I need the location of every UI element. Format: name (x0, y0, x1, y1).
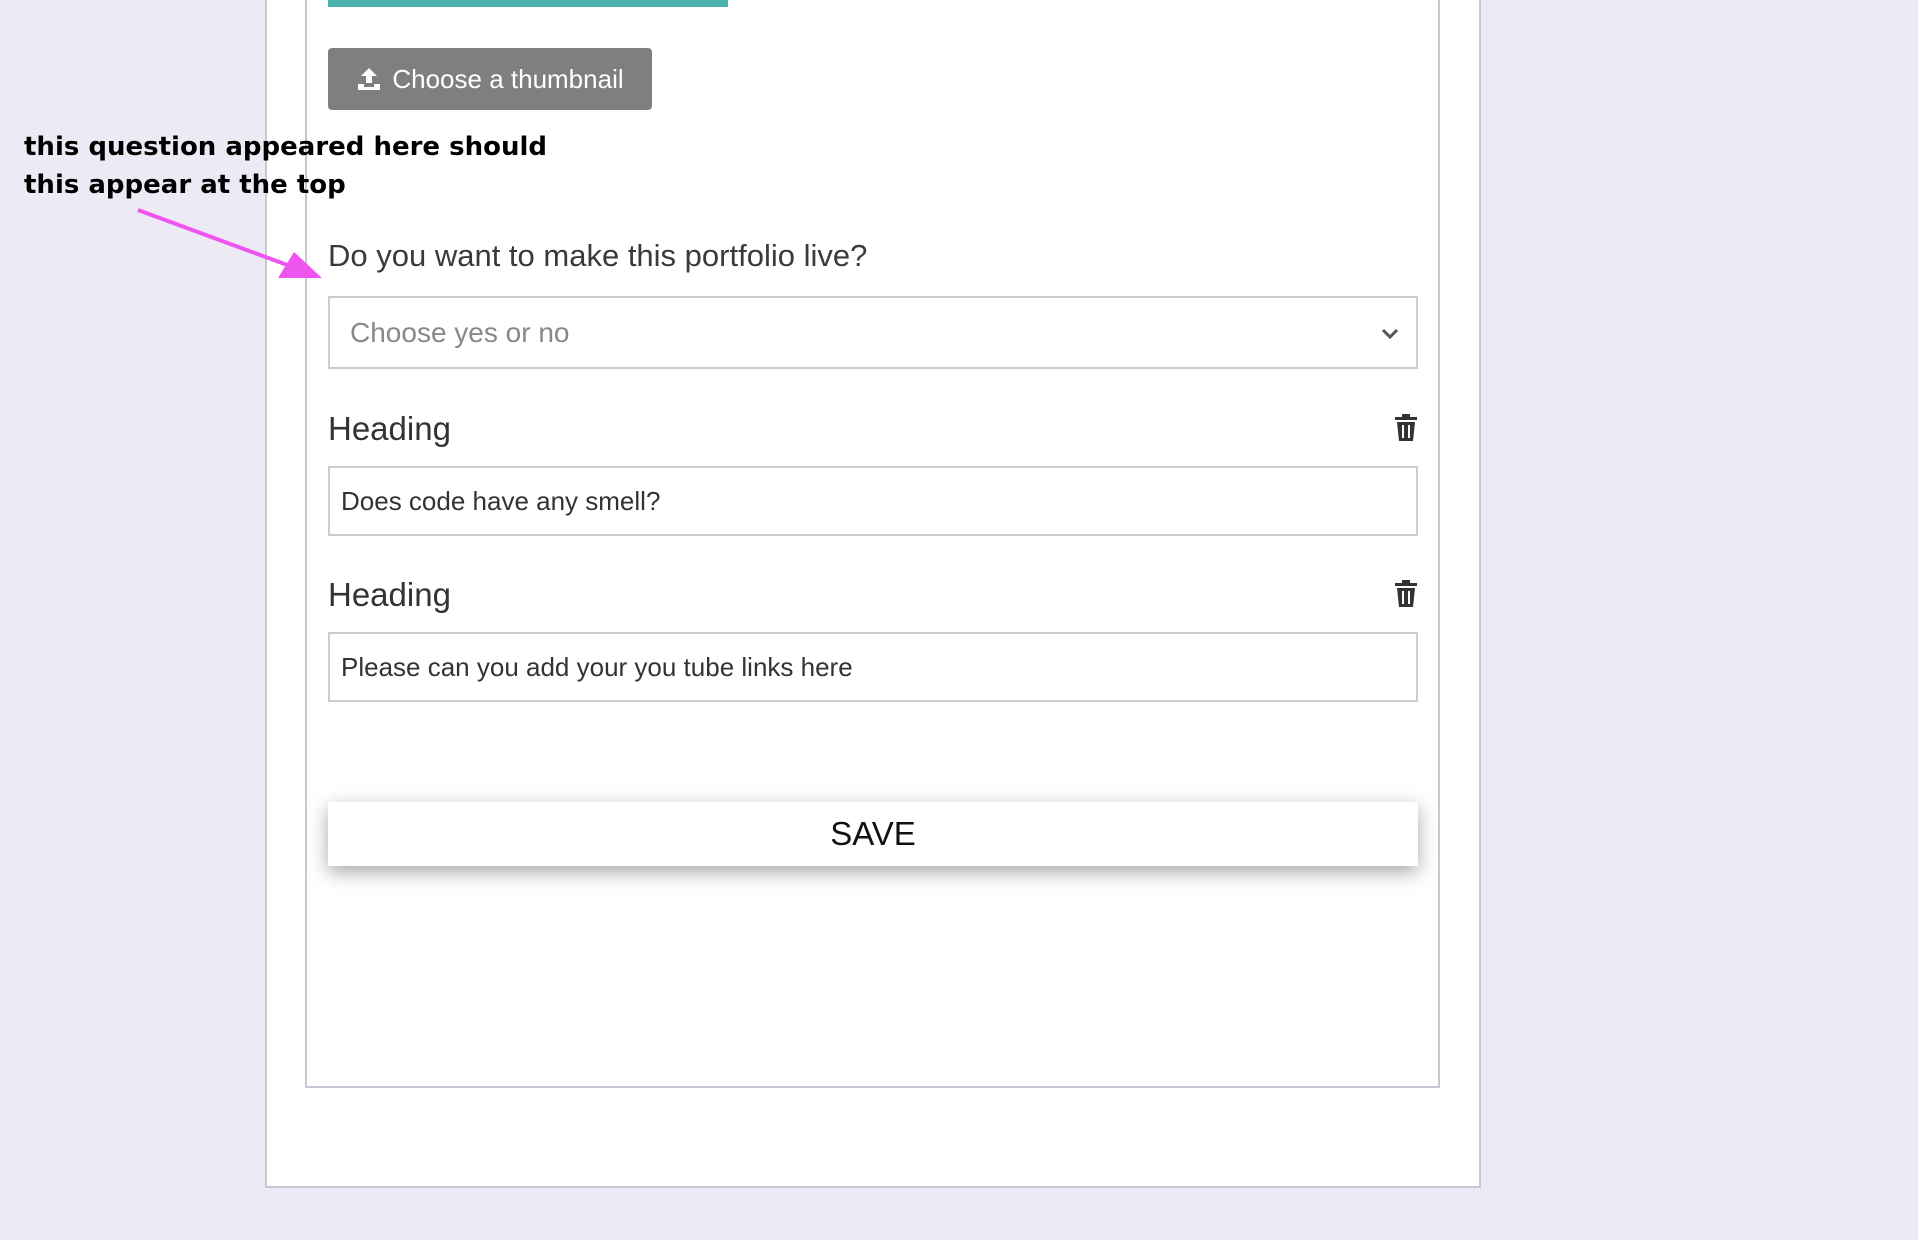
annotation-note: this question appeared here should this … (24, 132, 547, 200)
choose-thumbnail-button[interactable]: Choose a thumbnail (328, 48, 652, 110)
save-button[interactable]: SAVE (328, 802, 1418, 866)
heading-label-2: Heading (328, 576, 451, 613)
trash-icon[interactable] (1394, 580, 1418, 608)
portfolio-live-question: Do you want to make this portfolio live? (328, 238, 868, 273)
heading-label-1: Heading (328, 410, 451, 447)
annotation-arrow-icon (137, 208, 322, 278)
choose-thumbnail-label: Choose a thumbnail (392, 63, 624, 94)
heading-input-1[interactable] (328, 466, 1418, 536)
trash-icon[interactable] (1394, 414, 1418, 442)
portfolio-live-select-value: Choose yes or no (350, 316, 570, 348)
portfolio-live-select[interactable]: Choose yes or no (328, 296, 1418, 369)
upload-progress-fill (328, 0, 728, 7)
upload-progress-bar (328, 0, 728, 7)
chevron-down-icon (1381, 328, 1399, 340)
upload-icon (358, 68, 381, 90)
heading-input-2[interactable] (328, 632, 1418, 702)
